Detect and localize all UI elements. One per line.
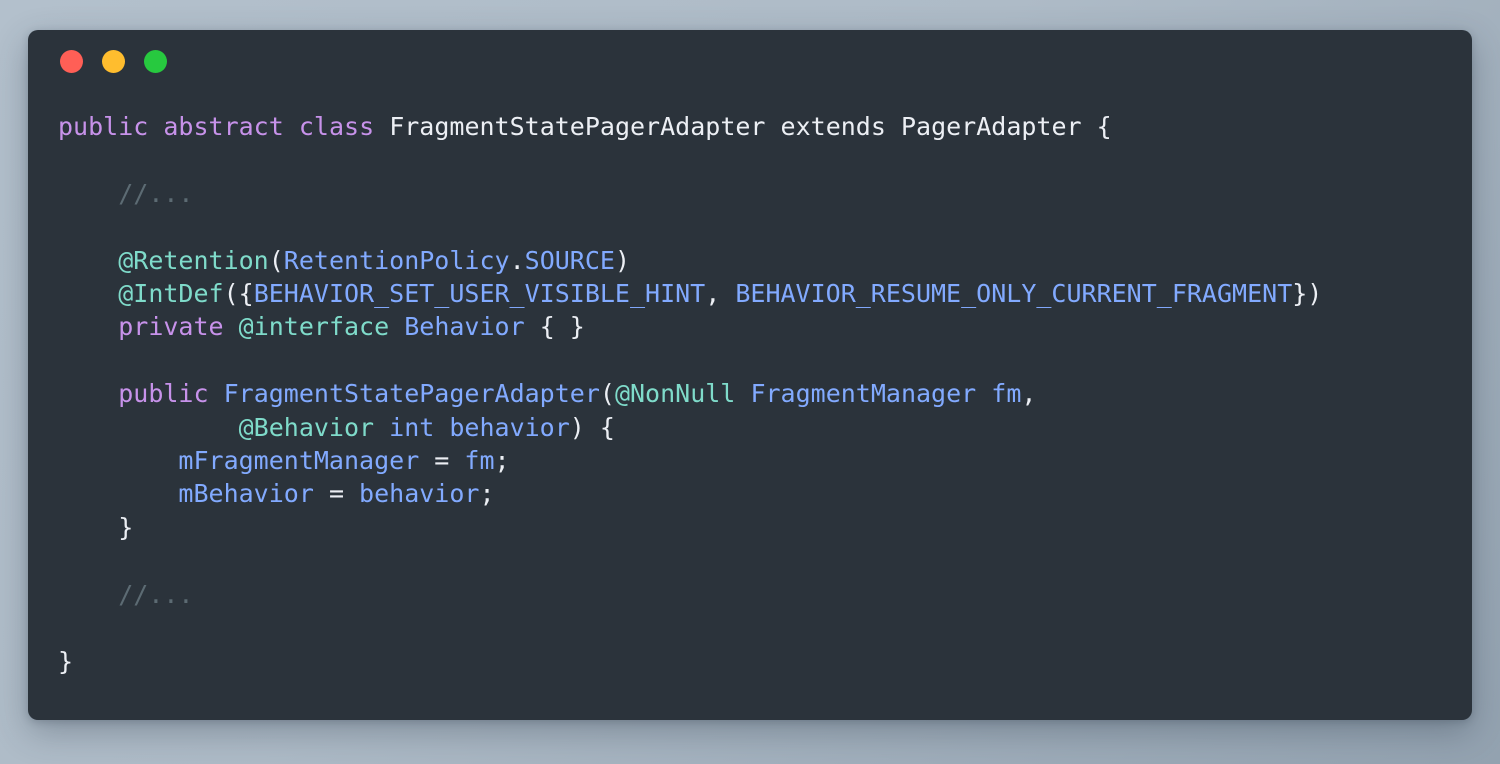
code-token: @NonNull xyxy=(614,379,736,409)
code-token: FragmentStatePagerAdapter xyxy=(223,379,600,409)
code-token: FragmentManager xyxy=(750,379,977,409)
code-token: BEHAVIOR_SET_USER_VISIBLE_HINT xyxy=(253,279,706,309)
code-token: } xyxy=(58,646,74,676)
code-token: class xyxy=(298,112,375,141)
code-token: ; xyxy=(494,446,510,476)
code-token: extends xyxy=(780,112,886,141)
code-token: = xyxy=(313,479,360,509)
code-token: SOURCE xyxy=(524,245,615,275)
code-token: @Retention xyxy=(118,245,269,275)
code-line: mBehavior = behavior; xyxy=(58,477,1442,510)
code-token: { } xyxy=(524,312,585,342)
code-token: BEHAVIOR_RESUME_ONLY_CURRENT_FRAGMENT xyxy=(735,279,1293,309)
code-line: @Retention(RetentionPolicy.SOURCE) xyxy=(58,244,1442,277)
code-line: } xyxy=(58,511,1442,544)
code-line: @IntDef({BEHAVIOR_SET_USER_VISIBLE_HINT,… xyxy=(58,277,1442,310)
code-token: @Behavior xyxy=(238,412,375,442)
code-token: ) { xyxy=(569,412,615,442)
code-token: private xyxy=(118,312,224,342)
code-token: FragmentStatePagerAdapter xyxy=(389,112,766,141)
code-token: behavior xyxy=(449,412,570,442)
code-token: @interface xyxy=(238,312,390,342)
code-line: } xyxy=(58,645,1442,678)
code-token: { xyxy=(1081,112,1112,141)
code-snippet-card: public abstract class FragmentStatePager… xyxy=(28,30,1472,720)
maximize-window-button[interactable] xyxy=(144,49,167,73)
code-token: } xyxy=(118,512,134,542)
code-token: ({ xyxy=(223,279,254,309)
code-token: RetentionPolicy xyxy=(283,245,510,275)
code-token: //... xyxy=(118,579,194,609)
code-token: mBehavior xyxy=(178,479,314,509)
code-line: public abstract class FragmentStatePager… xyxy=(58,110,1442,143)
code-token: ( xyxy=(599,379,615,409)
code-token: ) xyxy=(614,245,631,275)
code-token: public xyxy=(118,379,209,409)
code-token: fm xyxy=(464,446,495,476)
minimize-window-button[interactable] xyxy=(102,49,125,73)
code-token: @IntDef xyxy=(118,279,224,309)
code-body: public abstract class FragmentStatePager… xyxy=(28,92,1472,678)
code-line: @Behavior int behavior) { xyxy=(58,411,1442,444)
code-token: }) xyxy=(1292,279,1323,309)
code-line: mFragmentManager = fm; xyxy=(58,444,1442,477)
close-window-button[interactable] xyxy=(60,49,83,73)
code-token: //... xyxy=(118,178,194,208)
traffic-light-controls xyxy=(60,49,167,73)
code-token: . xyxy=(509,245,525,275)
code-token: ; xyxy=(479,479,495,509)
code-token: , xyxy=(705,279,736,309)
code-token: = xyxy=(419,446,465,476)
code-token: ( xyxy=(268,245,284,275)
code-line: //... xyxy=(58,578,1442,611)
code-line: private @interface Behavior { } xyxy=(58,310,1442,343)
code-token: PagerAdapter xyxy=(900,112,1082,141)
code-token: fm xyxy=(991,379,1022,409)
code-token: int xyxy=(389,412,435,442)
code-line: public FragmentStatePagerAdapter(@NonNul… xyxy=(58,377,1442,410)
code-line: //... xyxy=(58,177,1442,210)
screenshot-stage: public abstract class FragmentStatePager… xyxy=(0,0,1500,764)
code-token: Behavior xyxy=(404,312,525,342)
code-block[interactable]: public abstract class FragmentStatePager… xyxy=(58,110,1442,678)
code-token: behavior xyxy=(359,479,480,509)
window-title-bar xyxy=(28,30,1472,92)
code-token: mFragmentManager xyxy=(178,446,420,476)
code-token: abstract xyxy=(163,112,284,141)
code-token: , xyxy=(1021,379,1037,409)
code-token: public xyxy=(58,112,149,141)
